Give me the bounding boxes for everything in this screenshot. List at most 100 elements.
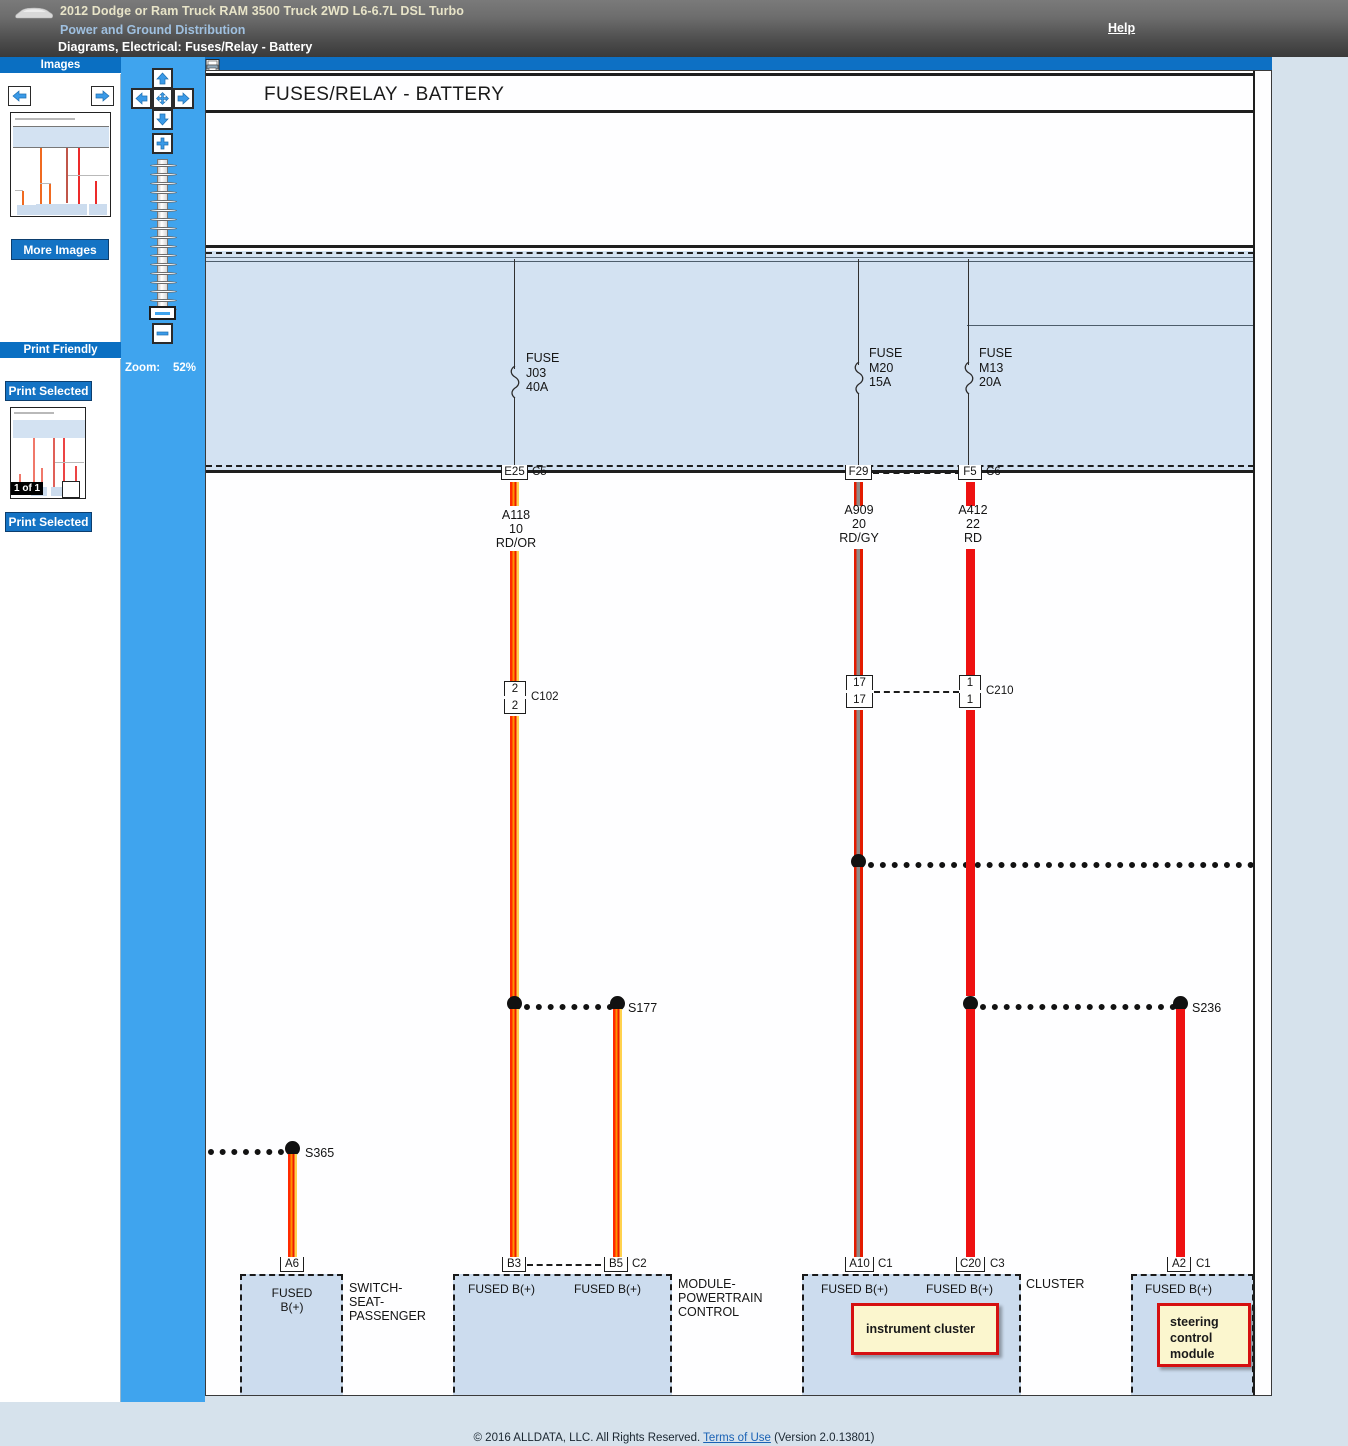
feed-line-m13-b	[968, 393, 969, 470]
arrow-left-icon	[12, 90, 27, 102]
f29-f5-dash-link	[873, 472, 961, 474]
page-count-badge: 1 of 1	[11, 482, 44, 495]
image-thumbnail[interactable]	[10, 112, 111, 217]
left-sidebar: Images More Images Print Friendly Print	[0, 57, 121, 1402]
module3-pin-a10: A10	[845, 1257, 874, 1272]
zoom-tick	[150, 164, 177, 167]
a118-color: RD/OR	[495, 536, 537, 550]
previous-image-button[interactable]	[8, 86, 31, 106]
module1-signal-line2: B(+)	[280, 1300, 304, 1314]
module3-name: CLUSTER	[1026, 1277, 1085, 1291]
footer-copyright: © 2016 ALLDATA, LLC. All Rights Reserved…	[473, 1432, 701, 1444]
page-select-checkbox[interactable]	[62, 481, 80, 498]
module3-signal-c20: FUSED B(+)	[926, 1282, 994, 1296]
fuse-label-m20: FUSE M20 15A	[869, 346, 902, 390]
wire-s236-to-scm-a2	[1176, 1009, 1185, 1259]
splice-label-s365: S365	[305, 1146, 335, 1160]
a909-node-dot-link	[868, 862, 1254, 868]
diagram-right-frame	[1253, 71, 1255, 1395]
title-rule-top	[206, 73, 1254, 76]
wire-a118-to-pcm-b3	[510, 1009, 519, 1259]
feed-line-j03-b	[514, 397, 515, 470]
module2-signal-b5: FUSED B(+)	[574, 1282, 642, 1296]
splice-label-s236: S236	[1192, 1001, 1222, 1015]
module1-pin-a6: A6	[280, 1257, 304, 1272]
module1-signal-line1: FUSED	[271, 1286, 313, 1300]
fuse-j03-line3: 40A	[526, 380, 549, 394]
note4-line2: control	[1170, 1331, 1213, 1345]
move-icon	[156, 92, 169, 105]
zoom-tick	[150, 299, 177, 302]
wire-s365-to-seat-switch	[288, 1154, 297, 1259]
feed-line-m13	[968, 259, 969, 365]
footer-text: © 2016 ALLDATA, LLC. All Rights Reserved…	[0, 1432, 1348, 1444]
zoom-tick	[150, 263, 177, 266]
zoom-out-button[interactable]	[152, 323, 173, 344]
zoom-tick	[150, 227, 177, 230]
module4-connector-c1: C1	[1196, 1258, 1211, 1270]
pan-down-button[interactable]	[152, 109, 173, 130]
next-image-button[interactable]	[91, 86, 114, 106]
branch-bus-line	[967, 325, 1254, 326]
zoom-value: 52%	[173, 362, 197, 374]
module4-signal-a2: FUSED B(+)	[1145, 1282, 1213, 1296]
zoom-tick	[150, 245, 177, 248]
more-images-button[interactable]: More Images	[11, 239, 109, 260]
pan-center-button[interactable]	[152, 88, 173, 109]
diagram-viewport[interactable]: FUSES/RELAY - BATTERY FUSE J03 40A FUSE …	[205, 70, 1272, 1396]
a412-color: RD	[963, 531, 983, 545]
module1-signal: FUSED B(+)	[253, 1286, 331, 1314]
zoom-tick	[150, 290, 177, 293]
c210-connector-name: C210	[986, 685, 1014, 697]
wire-label-a118: A118 10 RD/OR	[481, 508, 551, 550]
fusebox-top-rule	[206, 245, 1254, 248]
diagram-toolbar	[205, 57, 1272, 70]
fuse-symbol-m13	[964, 361, 974, 395]
fuse-label-m13: FUSE M13 20A	[979, 346, 1012, 390]
fusebox-bottom-dash	[206, 465, 1254, 467]
footer-version: (Version 2.0.13801)	[774, 1432, 875, 1444]
zoom-tick	[150, 281, 177, 284]
pan-left-button[interactable]	[131, 88, 152, 109]
module2-name-line1: MODULE-	[678, 1277, 736, 1291]
print-selected-label-top: Print Selected	[8, 384, 89, 398]
note-instrument-cluster[interactable]: instrument cluster	[851, 1303, 999, 1355]
module1-name-line3: PASSENGER	[349, 1309, 426, 1323]
section-title: Power and Ground Distribution	[60, 23, 246, 37]
more-images-label: More Images	[23, 242, 97, 257]
zoom-tick	[150, 173, 177, 176]
print-selected-button-top[interactable]: Print Selected	[5, 381, 92, 401]
fuse-j03-line2: J03	[526, 365, 547, 380]
wire-label-a412: A412 22 RD	[938, 503, 1008, 545]
app-header: 2012 Dodge or Ram Truck RAM 3500 Truck 2…	[0, 0, 1348, 57]
pan-right-button[interactable]	[173, 88, 194, 109]
fuse-output-pin-f5: F5	[958, 465, 982, 480]
note4-line3: module	[1170, 1347, 1215, 1361]
zoom-slider-track[interactable]	[150, 159, 177, 314]
wire-a412-main	[966, 549, 975, 675]
terms-of-use-link[interactable]: Terms of Use	[703, 1432, 771, 1444]
fuse-output-pin-f29: F29	[845, 465, 872, 480]
zoom-tick	[150, 209, 177, 212]
title-rule-bottom	[206, 110, 1254, 113]
print-selected-button-bottom[interactable]: Print Selected	[5, 512, 92, 532]
fuse-m13-line2: M13	[979, 360, 1004, 375]
arrow-left-icon	[135, 92, 148, 105]
zoom-label: Zoom:	[125, 362, 161, 374]
help-link[interactable]: Help	[1108, 21, 1135, 35]
feed-line-j03	[514, 259, 515, 369]
zoom-tick	[150, 254, 177, 257]
b3-b5-dash-link	[527, 1264, 601, 1266]
fuse-output-connector-c6: C6	[986, 466, 1001, 478]
note-steering-control-module[interactable]: steering control module	[1157, 1303, 1251, 1367]
pan-up-button[interactable]	[152, 68, 173, 89]
print-selected-label-bottom: Print Selected	[8, 515, 89, 529]
arrow-right-icon	[95, 90, 110, 102]
zoom-tick	[150, 182, 177, 185]
wire-a909-to-cluster-a10	[854, 867, 863, 1259]
bus-bar-line2	[206, 261, 1254, 262]
zoom-in-button[interactable]	[152, 133, 173, 154]
s177-dot-link	[524, 1004, 613, 1010]
module4-pin-a2: A2	[1167, 1257, 1191, 1272]
zoom-slider-handle[interactable]	[149, 306, 176, 320]
